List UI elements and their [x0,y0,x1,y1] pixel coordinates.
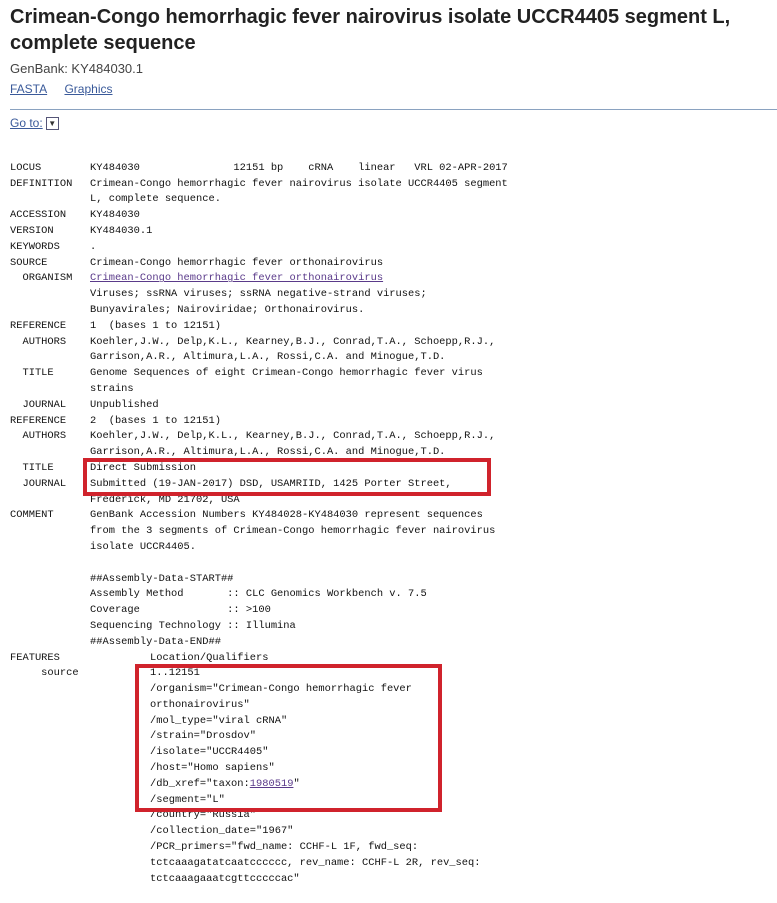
field-value: tctcaaagaaatcgttcccccac" [150,872,300,885]
field-key: ACCESSION [10,209,67,222]
header-divider [10,109,777,110]
reference-line: REFERENCE 1 (bases 1 to 12151) [10,319,508,335]
page-title-line-1: Crimean-Congo hemorrhagic fever nairovir… [10,6,731,28]
organism-line: ORGANISM Crimean-Congo hemorrhagic fever … [10,271,508,287]
field-key: JOURNAL [10,398,67,411]
taxonomy-line: Bunyavirales; Nairoviridae; Orthonairovi… [10,303,508,319]
field-key: TITLE [10,461,54,474]
field-value: Assembly Method :: CLC Genomics Workbenc… [90,588,427,601]
definition-line: L, complete sequence. [10,192,508,208]
format-links: FASTA Graphics [10,82,127,96]
qualifier-line: /PCR_primers="fwd_name: CCHF-L 1F, fwd_s… [10,840,508,856]
field-value: Unpublished [90,398,159,411]
qualifier-line: tctcaaagatatcaatcccccc, rev_name: CCHF-L… [10,856,508,872]
field-key: KEYWORDS [10,240,60,253]
comment-line: from the 3 segments of Crimean-Congo hem… [10,524,508,540]
field-key: TITLE [10,367,54,380]
field-key: ORGANISM [10,272,73,285]
field-value: KY484030.1 [90,224,153,237]
page-title-line-2: complete sequence [10,32,196,54]
field-key: LOCUS [10,161,42,174]
fasta-link[interactable]: FASTA [10,82,47,96]
field-value: Garrison,A.R., Altimura,L.A., Rossi,C.A.… [90,446,446,459]
organism-link[interactable]: Crimean-Congo hemorrhagic fever orthonai… [90,272,383,284]
field-value: Garrison,A.R., Altimura,L.A., Rossi,C.A.… [90,351,446,364]
qualifier-line: tctcaaagaaatcgttcccccac" [10,872,508,888]
field-value: ##Assembly-Data-END## [90,635,221,648]
field-key: source [10,667,79,680]
field-value: KY484030 12151 bp cRNA linear VRL 02-APR… [90,161,508,174]
assembly-line: Sequencing Technology :: Illumina [10,619,508,635]
assembly-line: Coverage :: >100 [10,603,508,619]
version-line: VERSION KY484030.1 [10,224,508,240]
field-value: 2 (bases 1 to 12151) [90,414,221,427]
field-value: Crimean-Congo hemorrhagic fever nairovir… [90,177,508,190]
locus-line: LOCUS KY484030 12151 bp cRNA linear VRL 0… [10,161,508,177]
field-value: Location/Qualifiers [150,651,269,664]
field-value: Genome Sequences of eight Crimean-Congo … [90,367,483,380]
authors-line: Garrison,A.R., Altimura,L.A., Rossi,C.A.… [10,350,508,366]
graphics-link[interactable]: Graphics [64,82,112,96]
field-value: tctcaaagatatcaatcccccc, rev_name: CCHF-L… [150,856,481,869]
field-value: from the 3 segments of Crimean-Congo hem… [90,525,496,538]
goto-link[interactable]: Go to: [10,116,43,130]
field-value: /PCR_primers="fwd_name: CCHF-L 1F, fwd_s… [150,841,419,854]
field-value: /collection_date="1967" [150,825,294,838]
source-line: SOURCE Crimean-Congo hemorrhagic fever or… [10,256,508,272]
assembly-line: ##Assembly-Data-START## [10,572,508,588]
field-key: DEFINITION [10,177,73,190]
field-value: Koehler,J.W., Delp,K.L., Kearney,B.J., C… [90,335,496,348]
assembly-line: ##Assembly-Data-END## [10,635,508,651]
field-value: KY484030 [90,209,140,222]
field-key: VERSION [10,224,54,237]
field-value: 1 (bases 1 to 12151) [90,319,221,332]
field-key: AUTHORS [10,430,67,443]
field-value: Sequencing Technology :: Illumina [90,619,296,632]
chevron-down-icon[interactable]: ▼ [45,116,59,130]
field-value: Koehler,J.W., Delp,K.L., Kearney,B.J., C… [90,430,496,443]
keywords-line: KEYWORDS. [10,240,508,256]
field-key: FEATURES [10,651,60,664]
journal-line: JOURNAL Unpublished [10,398,508,414]
field-value: ##Assembly-Data-START## [90,572,234,585]
qualifiers-highlight-box [135,664,442,812]
field-key: SOURCE [10,256,48,269]
field-value: Coverage :: >100 [90,604,271,617]
field-value: L, complete sequence. [90,193,221,206]
field-key: JOURNAL [10,477,67,490]
assembly-line: Assembly Method :: CLC Genomics Workbenc… [10,587,508,603]
field-value: Crimean-Congo hemorrhagic fever orthonai… [90,256,384,269]
comment-line: COMMENT GenBank Accession Numbers KY48402… [10,508,508,524]
journal-highlight-box [83,458,491,496]
definition-line: DEFINITION Crimean-Congo hemorrhagic feve… [10,177,508,193]
qualifier-line: /collection_date="1967" [10,824,508,840]
field-value: strains [90,382,134,395]
title-line: strains [10,382,508,398]
field-value: . [90,240,97,253]
title-line: TITLE Genome Sequences of eight Crimean-C… [10,366,508,382]
goto-control: Go to: ▼ [10,116,59,130]
taxonomy-line: Viruses; ssRNA viruses; ssRNA negative-s… [10,287,508,303]
authors-line: AUTHORS Koehler,J.W., Delp,K.L., Kearney,… [10,429,508,445]
field-value: GenBank Accession Numbers KY484028-KY484… [90,509,483,522]
authors-line: AUTHORS Koehler,J.W., Delp,K.L., Kearney,… [10,335,508,351]
field-key: AUTHORS [10,335,67,348]
field-key: REFERENCE [10,319,67,332]
reference-line: REFERENCE 2 (bases 1 to 12151) [10,414,508,430]
field-value: isolate UCCR4405. [90,540,197,553]
page-title: Crimean-Congo hemorrhagic fever nairovir… [10,4,777,56]
field-key: COMMENT [10,509,54,522]
field-key: REFERENCE [10,414,67,427]
comment-line: isolate UCCR4405. [10,540,508,556]
accession-line: ACCESSION KY484030 [10,208,508,224]
field-value: Viruses; ssRNA viruses; ssRNA negative-s… [90,288,427,301]
genbank-accession: GenBank: KY484030.1 [10,61,143,76]
field-value: Bunyavirales; Nairoviridae; Orthonairovi… [90,303,365,316]
